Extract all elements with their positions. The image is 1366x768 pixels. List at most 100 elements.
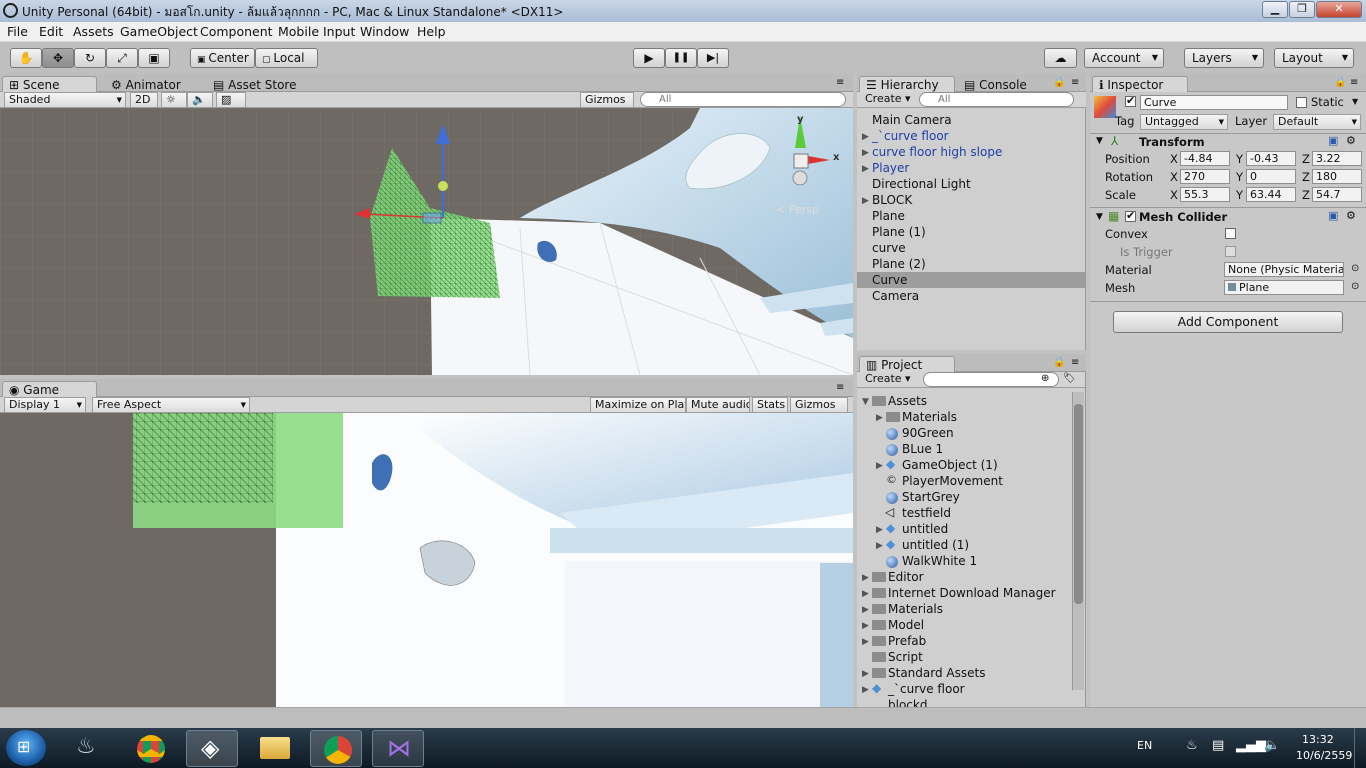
- project-item-playermovement[interactable]: PlayerMovement: [902, 474, 1003, 488]
- menu-edit[interactable]: Edit: [39, 24, 63, 39]
- position-x-input[interactable]: -4.84: [1180, 151, 1230, 166]
- rect-tool-button[interactable]: ▣: [138, 48, 170, 68]
- expand-arrow-icon[interactable]: ▶: [862, 573, 869, 583]
- help-book-icon[interactable]: ▣: [1328, 209, 1338, 222]
- lighting-toggle[interactable]: ☼: [161, 92, 187, 108]
- step-button[interactable]: ▶|: [697, 48, 729, 68]
- project-item-idm[interactable]: Internet Download Manager: [888, 586, 1056, 600]
- hierarchy-create-dropdown[interactable]: Create ▾: [861, 92, 913, 108]
- hierarchy-item-directional-light[interactable]: Directional Light: [872, 177, 971, 191]
- steam-tray-icon[interactable]: ♨: [1186, 738, 1198, 753]
- expand-arrow-icon[interactable]: ▶: [862, 621, 869, 631]
- rotation-z-input[interactable]: 180: [1312, 169, 1362, 184]
- project-scrollbar[interactable]: [1072, 392, 1084, 690]
- hierarchy-search-input[interactable]: All: [919, 92, 1074, 107]
- explorer-taskbar-button[interactable]: [248, 730, 300, 767]
- lock-icon[interactable]: 🔒: [1053, 77, 1065, 88]
- component-gear-icon[interactable]: ⚙: [1346, 209, 1356, 222]
- expand-arrow-icon[interactable]: ▶: [862, 685, 869, 695]
- rotation-x-input[interactable]: 270: [1180, 169, 1230, 184]
- collapse-arrow-icon[interactable]: ▼: [862, 397, 869, 407]
- project-item-model[interactable]: Model: [888, 618, 924, 632]
- physic-material-field[interactable]: None (Physic Material): [1224, 262, 1344, 277]
- aspect-dropdown[interactable]: Free Aspect ▼: [92, 397, 250, 413]
- panel-menu-icon[interactable]: ≡: [1071, 357, 1079, 368]
- scene-search-input[interactable]: All: [640, 92, 846, 107]
- layers-dropdown[interactable]: Layers ▼: [1184, 48, 1264, 68]
- mesh-field[interactable]: Plane: [1224, 280, 1344, 295]
- menu-window[interactable]: Window: [360, 24, 409, 39]
- scene-view-viewport[interactable]: y x < Persp: [0, 108, 853, 375]
- project-item-untitled[interactable]: untitled: [902, 522, 948, 536]
- lock-icon[interactable]: 🔒: [1334, 77, 1346, 88]
- foldout-arrow-icon[interactable]: ▼: [1096, 212, 1103, 222]
- project-item-startgrey[interactable]: StartGrey: [902, 490, 960, 504]
- static-checkbox[interactable]: [1296, 97, 1307, 108]
- menu-assets[interactable]: Assets: [73, 24, 114, 39]
- play-button[interactable]: ▶: [633, 48, 665, 68]
- move-tool-button[interactable]: ✥: [42, 48, 74, 68]
- object-name-input[interactable]: Curve: [1140, 95, 1288, 110]
- rotation-y-input[interactable]: 0: [1246, 169, 1296, 184]
- scale-tool-button[interactable]: ⤢: [106, 48, 138, 68]
- project-item-materials[interactable]: Materials: [888, 602, 943, 616]
- hierarchy-item-curve-selected[interactable]: Curve: [872, 273, 907, 287]
- account-dropdown[interactable]: Account ▼: [1084, 48, 1164, 68]
- unity-taskbar-button[interactable]: ◈: [186, 730, 238, 767]
- expand-arrow-icon[interactable]: ▶: [862, 669, 869, 679]
- hand-tool-button[interactable]: ✋: [10, 48, 42, 68]
- expand-arrow-icon[interactable]: ▶: [862, 605, 869, 615]
- language-indicator[interactable]: EN: [1137, 739, 1152, 752]
- rotate-tool-button[interactable]: ↻: [74, 48, 106, 68]
- help-book-icon[interactable]: ▣: [1328, 134, 1338, 147]
- project-item-curve-floor[interactable]: _`curve floor: [888, 682, 965, 696]
- hierarchy-item-block[interactable]: BLOCK: [872, 193, 912, 207]
- project-item-script[interactable]: Script: [888, 650, 923, 664]
- expand-arrow-icon[interactable]: ▶: [876, 525, 883, 535]
- project-item-materials-sub[interactable]: Materials: [902, 410, 957, 424]
- project-item-standard-assets[interactable]: Standard Assets: [888, 666, 985, 680]
- clock-time[interactable]: 13:32: [1302, 733, 1334, 746]
- device-tray-icon[interactable]: ▤: [1212, 738, 1224, 753]
- hierarchy-item-curve-lower[interactable]: curve: [872, 241, 906, 255]
- expand-arrow-icon[interactable]: ▶: [862, 132, 869, 142]
- stats-toggle[interactable]: Stats: [752, 397, 788, 413]
- tag-dropdown[interactable]: Untagged ▼: [1140, 114, 1228, 130]
- mute-audio-toggle[interactable]: Mute audio: [686, 397, 750, 413]
- close-button[interactable]: ✕: [1316, 1, 1362, 18]
- start-button[interactable]: ⊞: [6, 730, 46, 766]
- project-item-gameobject-1[interactable]: GameObject (1): [902, 458, 998, 472]
- menu-gameobject[interactable]: GameObject: [120, 24, 198, 39]
- object-picker-icon[interactable]: ⊙: [1351, 263, 1359, 274]
- project-item-90green[interactable]: 90Green: [902, 426, 954, 440]
- add-component-button[interactable]: Add Component: [1113, 311, 1343, 333]
- project-create-dropdown[interactable]: Create ▾: [861, 372, 913, 388]
- panel-menu-icon[interactable]: ≡: [836, 77, 844, 88]
- persp-label[interactable]: < Persp: [776, 203, 819, 216]
- minimize-button[interactable]: ▁: [1262, 1, 1288, 18]
- hierarchy-item-plane-2[interactable]: Plane (2): [872, 257, 926, 271]
- active-checkbox[interactable]: ✔: [1125, 94, 1136, 107]
- mesh-collider-enabled-checkbox[interactable]: ✔: [1125, 209, 1136, 222]
- hierarchy-item-curve-floor[interactable]: _`curve floor: [872, 129, 949, 143]
- maximize-button[interactable]: ❐: [1289, 1, 1315, 18]
- shading-mode-dropdown[interactable]: Shaded ▼: [4, 92, 126, 108]
- project-item-assets[interactable]: Assets: [888, 394, 927, 408]
- layer-dropdown[interactable]: Default ▼: [1273, 114, 1361, 130]
- game-view-viewport[interactable]: [0, 413, 853, 707]
- project-item-editor[interactable]: Editor: [888, 570, 924, 584]
- chrome-active-taskbar-button[interactable]: [310, 730, 362, 767]
- cloud-services-button[interactable]: ☁: [1044, 48, 1077, 68]
- chrome-taskbar-button[interactable]: [124, 730, 176, 767]
- project-item-blockd[interactable]: blockd: [888, 698, 927, 707]
- expand-arrow-icon[interactable]: ▶: [862, 148, 869, 158]
- hierarchy-item-camera[interactable]: Camera: [872, 289, 919, 303]
- object-picker-icon[interactable]: ⊙: [1351, 281, 1359, 292]
- filter-label-icon[interactable]: 🏷: [1063, 373, 1076, 384]
- menu-file[interactable]: File: [7, 24, 28, 39]
- hierarchy-item-curve-floor-high-slope[interactable]: curve floor high slope: [872, 145, 1002, 159]
- hierarchy-item-main-camera[interactable]: Main Camera: [872, 113, 952, 127]
- display-dropdown[interactable]: Display 1 ▼: [4, 397, 86, 413]
- maximize-on-play-toggle[interactable]: Maximize on Play: [590, 397, 686, 413]
- panel-menu-icon[interactable]: ≡: [836, 382, 844, 393]
